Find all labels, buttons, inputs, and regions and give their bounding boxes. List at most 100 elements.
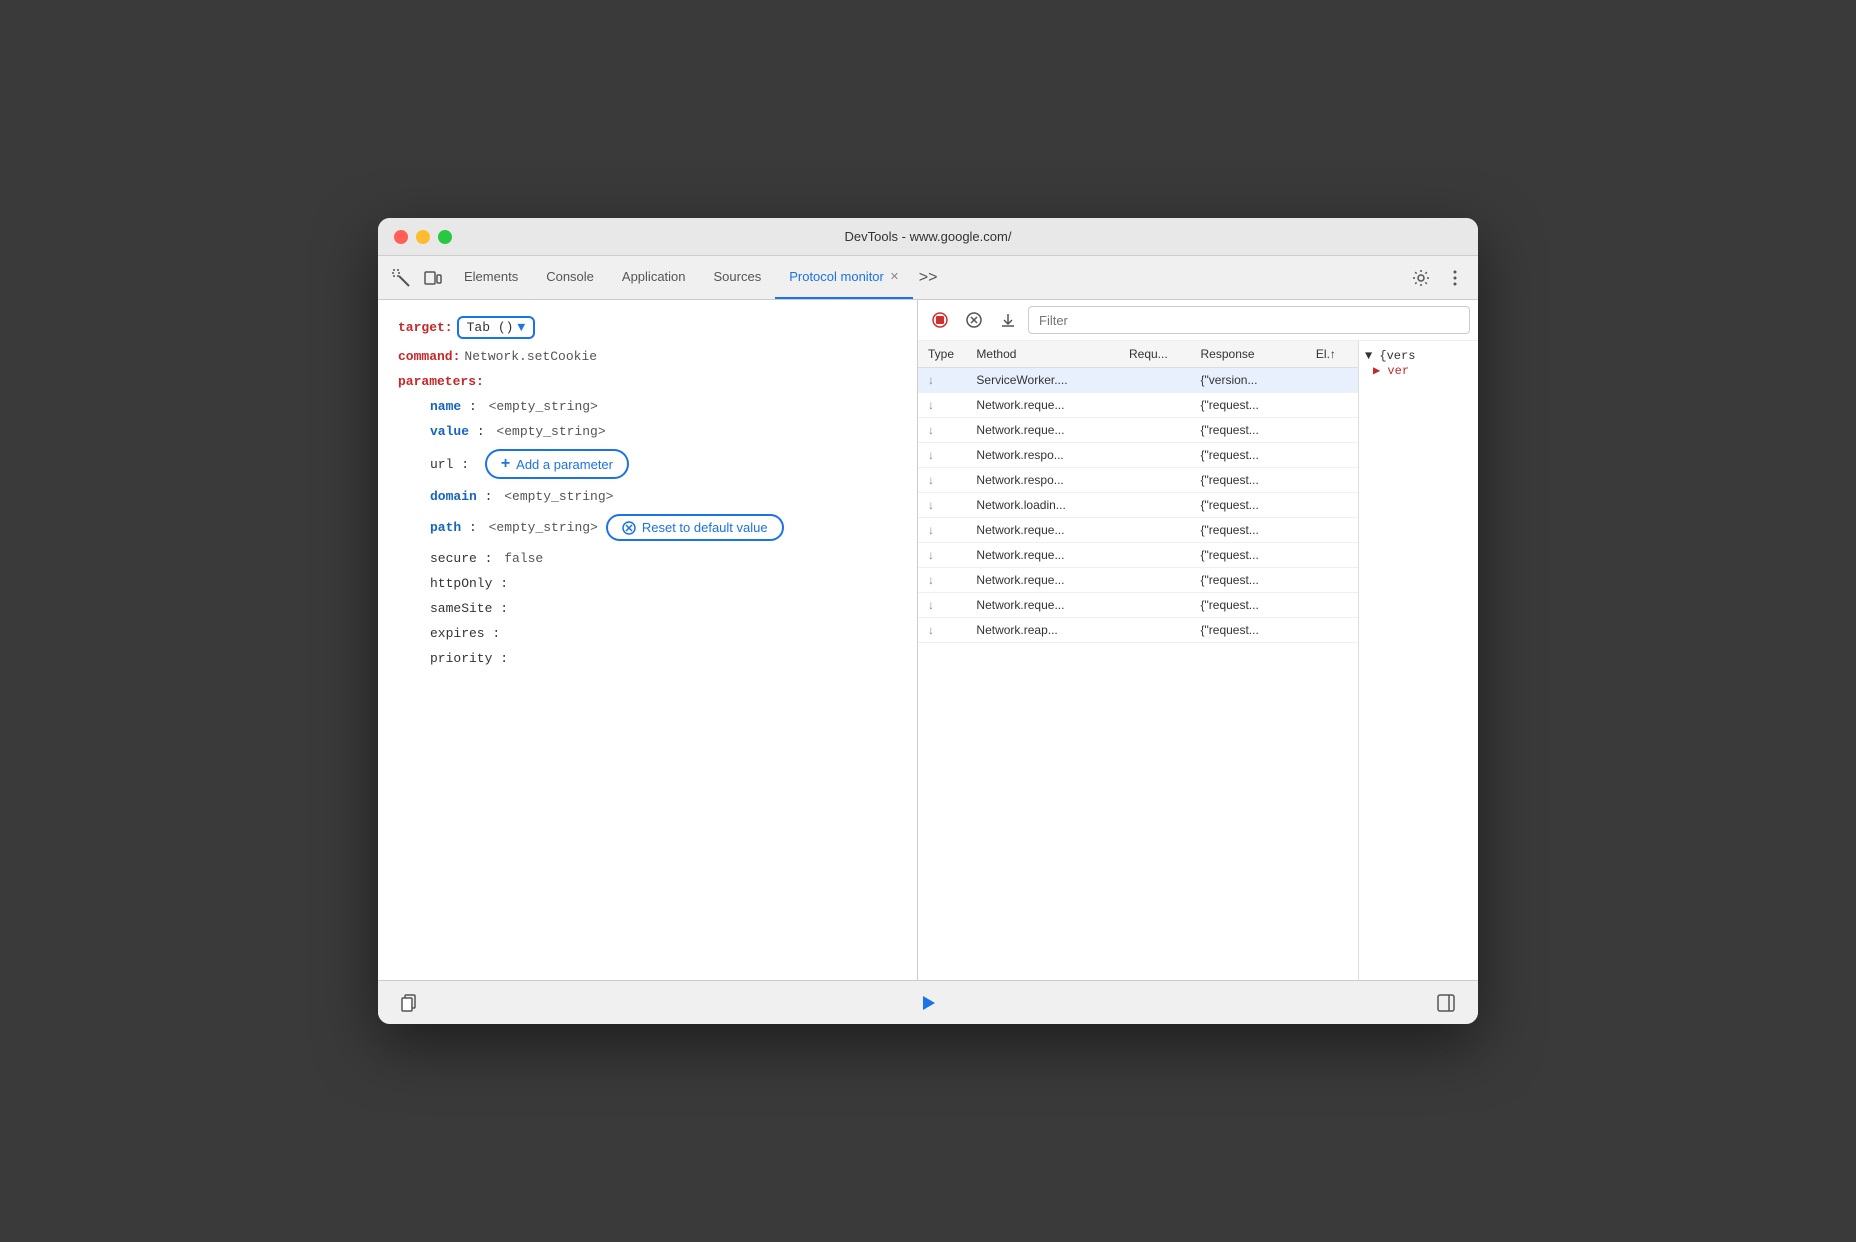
cell-method: Network.loadin... (966, 493, 1119, 518)
cell-el (1306, 393, 1358, 418)
cell-request (1119, 418, 1191, 443)
command-label: command: (398, 349, 460, 364)
window-controls (394, 230, 452, 244)
json-tree: ▼ {vers ▶ ver (1365, 349, 1472, 378)
cell-type: ↓ (918, 618, 966, 643)
minimize-button[interactable] (416, 230, 430, 244)
inspect-icon-btn[interactable] (386, 263, 416, 293)
close-button[interactable] (394, 230, 408, 244)
cell-response: {"request... (1191, 618, 1306, 643)
copy-button[interactable] (394, 987, 426, 1019)
devtools-body: target: Tab () ▼ command: Network.setCoo… (378, 300, 1478, 980)
cell-type: ↓ (918, 418, 966, 443)
sidebar-toggle-button[interactable] (1430, 987, 1462, 1019)
cell-el (1306, 518, 1358, 543)
param-path-row: path : <empty_string> Reset to default v… (430, 514, 897, 541)
cell-method: Network.reque... (966, 593, 1119, 618)
devtools-header: Elements Console Application Sources Pro… (378, 256, 1478, 300)
col-header-el: El.↑ (1306, 341, 1358, 368)
plus-icon: + (501, 455, 510, 473)
cell-response: {"request... (1191, 493, 1306, 518)
record-stop-button[interactable] (926, 306, 954, 334)
cell-request (1119, 493, 1191, 518)
cell-response: {"request... (1191, 543, 1306, 568)
param-secure-value: false (504, 551, 543, 566)
cell-el (1306, 443, 1358, 468)
table-row[interactable]: ↓ ServiceWorker.... {"version... (918, 368, 1358, 393)
tab-console[interactable]: Console (532, 256, 608, 299)
col-header-response: Response (1191, 341, 1306, 368)
cell-response: {"request... (1191, 468, 1306, 493)
device-icon-btn[interactable] (418, 263, 448, 293)
tab-close-icon[interactable]: ✕ (890, 270, 899, 283)
gear-icon (1412, 269, 1430, 287)
settings-button[interactable] (1406, 263, 1436, 293)
cell-type: ↓ (918, 493, 966, 518)
cell-type: ↓ (918, 443, 966, 468)
window-title: DevTools - www.google.com/ (845, 229, 1012, 244)
table-row[interactable]: ↓ Network.reap... {"request... (918, 618, 1358, 643)
cell-request (1119, 518, 1191, 543)
param-samesite-row: sameSite : (430, 601, 897, 616)
maximize-button[interactable] (438, 230, 452, 244)
cell-request (1119, 618, 1191, 643)
cell-response: {"request... (1191, 593, 1306, 618)
table-row[interactable]: ↓ Network.reque... {"request... (918, 568, 1358, 593)
right-panel: Type Method Requ... Response El.↑ ↓ Serv… (918, 300, 1478, 980)
param-httponly-key: httpOnly (430, 576, 492, 591)
cell-method: Network.reque... (966, 518, 1119, 543)
cell-el (1306, 493, 1358, 518)
run-icon (918, 993, 938, 1013)
clear-icon (966, 312, 982, 328)
devtools-window: DevTools - www.google.com/ Elements Cons… (378, 218, 1478, 1024)
left-panel: target: Tab () ▼ command: Network.setCoo… (378, 300, 918, 980)
run-button[interactable] (912, 987, 944, 1019)
tab-elements[interactable]: Elements (450, 256, 532, 299)
cell-request (1119, 393, 1191, 418)
table-row[interactable]: ↓ Network.reque... {"request... (918, 543, 1358, 568)
right-toolbar (918, 300, 1478, 341)
cell-response: {"request... (1191, 393, 1306, 418)
param-expires-key: expires (430, 626, 485, 641)
sidebar-toggle-icon (1437, 994, 1455, 1012)
cell-method: Network.reque... (966, 393, 1119, 418)
param-domain-value: <empty_string> (504, 489, 613, 504)
target-select[interactable]: Tab () ▼ (457, 316, 536, 339)
cell-request (1119, 568, 1191, 593)
reset-to-default-button[interactable]: Reset to default value (606, 514, 784, 541)
more-options-button[interactable] (1440, 263, 1470, 293)
dropdown-arrow-icon: ▼ (517, 320, 525, 335)
cell-el (1306, 618, 1358, 643)
param-expires-row: expires : (430, 626, 897, 641)
download-button[interactable] (994, 306, 1022, 334)
clear-button[interactable] (960, 306, 988, 334)
tab-sources[interactable]: Sources (700, 256, 776, 299)
filter-input[interactable] (1028, 306, 1470, 334)
param-domain-key: domain (430, 489, 477, 504)
parameters-label: parameters: (398, 374, 484, 389)
inspect-icon (392, 269, 410, 287)
tabs-area: Elements Console Application Sources Pro… (450, 256, 1404, 299)
tab-application[interactable]: Application (608, 256, 700, 299)
header-right (1406, 263, 1470, 293)
cell-method: Network.reque... (966, 543, 1119, 568)
table-row[interactable]: ↓ Network.reque... {"request... (918, 518, 1358, 543)
table-row[interactable]: ↓ Network.reque... {"request... (918, 418, 1358, 443)
more-tabs-button[interactable]: >> (913, 263, 943, 293)
json-line-1: ▼ {vers (1365, 349, 1472, 363)
table-row[interactable]: ↓ Network.reque... {"request... (918, 593, 1358, 618)
tab-protocol-monitor[interactable]: Protocol monitor ✕ (775, 256, 913, 299)
add-parameter-button[interactable]: + Add a parameter (485, 449, 629, 479)
param-priority-key: priority (430, 651, 492, 666)
cell-type: ↓ (918, 593, 966, 618)
cell-el (1306, 418, 1358, 443)
table-row[interactable]: ↓ Network.loadin... {"request... (918, 493, 1358, 518)
cell-method: Network.respo... (966, 443, 1119, 468)
table-row[interactable]: ↓ Network.respo... {"request... (918, 443, 1358, 468)
cell-method: Network.reque... (966, 568, 1119, 593)
table-row[interactable]: ↓ Network.respo... {"request... (918, 468, 1358, 493)
table-row[interactable]: ↓ Network.reque... {"request... (918, 393, 1358, 418)
device-icon (424, 269, 442, 287)
cell-method: Network.respo... (966, 468, 1119, 493)
param-name-key: name (430, 399, 461, 414)
